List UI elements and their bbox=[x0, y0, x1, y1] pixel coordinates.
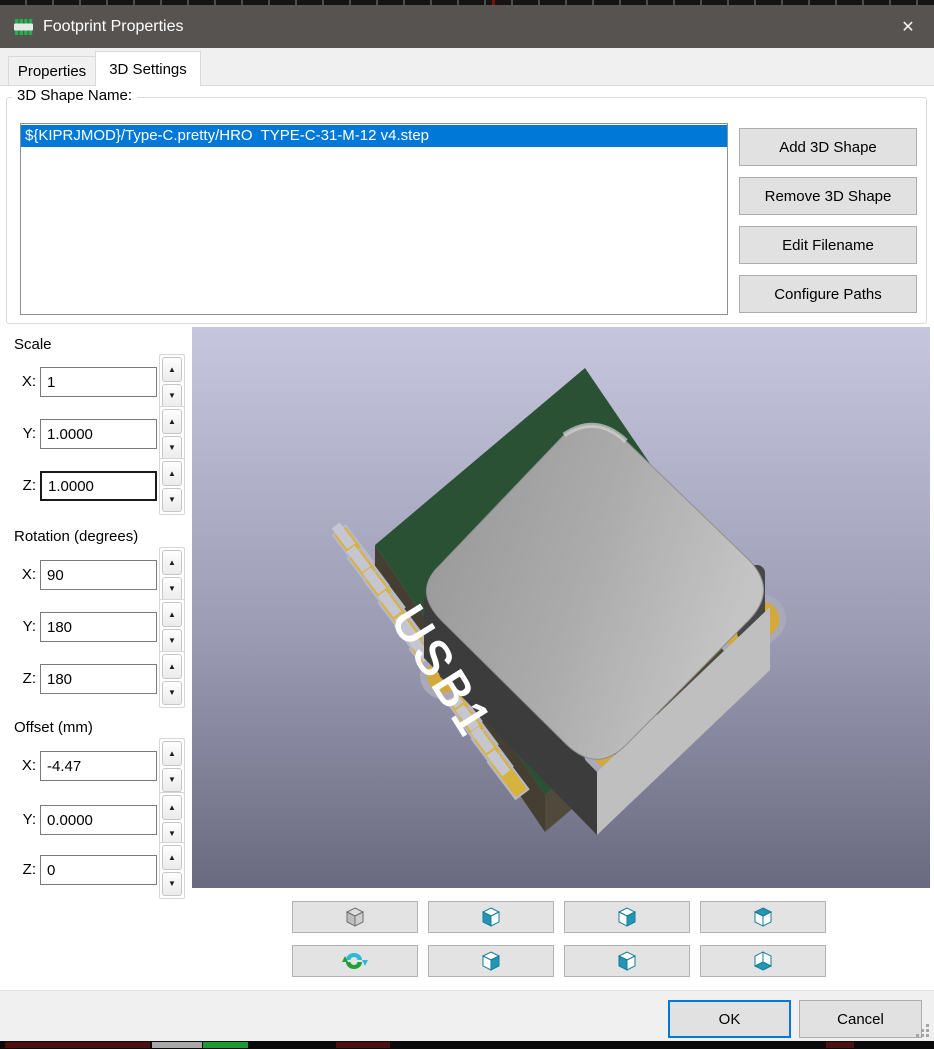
scale-y-spin-down[interactable]: ▼ bbox=[162, 436, 182, 461]
dialog-titlebar: Footprint Properties ✕ bbox=[0, 5, 934, 48]
axis-z-label: Z: bbox=[12, 477, 36, 494]
view-left-button[interactable] bbox=[428, 901, 554, 933]
rotation-x-input[interactable] bbox=[40, 560, 157, 590]
axis-y-label: Y: bbox=[12, 811, 36, 828]
offset-y-input[interactable] bbox=[40, 805, 157, 835]
dialog-footer bbox=[0, 990, 934, 1041]
rotation-y-input[interactable] bbox=[40, 612, 157, 642]
scale-x-spinner: ▲ ▼ bbox=[159, 354, 185, 411]
rotation-x-spin-up[interactable]: ▲ bbox=[162, 550, 182, 575]
background-ruler-bottom bbox=[0, 1041, 934, 1049]
view-right-button[interactable] bbox=[428, 945, 554, 977]
scale-z-spin-up[interactable]: ▲ bbox=[162, 461, 182, 486]
rotation-z-spin-up[interactable]: ▲ bbox=[162, 654, 182, 679]
ruler-segment bbox=[203, 1042, 248, 1048]
view-refresh-button[interactable] bbox=[292, 945, 418, 977]
remove-3d-shape-button[interactable]: Remove 3D Shape bbox=[739, 177, 917, 215]
offset-y-spin-up[interactable]: ▲ bbox=[162, 795, 182, 820]
scale-x-spin-down[interactable]: ▼ bbox=[162, 384, 182, 409]
axis-y-label: Y: bbox=[12, 618, 36, 635]
scale-section-label: Scale bbox=[14, 336, 52, 353]
axis-x-label: X: bbox=[12, 757, 36, 774]
cube-left-face-icon bbox=[478, 905, 504, 929]
scale-z-spin-down[interactable]: ▼ bbox=[162, 488, 182, 513]
cube-top-face-icon bbox=[750, 905, 776, 929]
scale-y-input[interactable] bbox=[40, 419, 157, 449]
view-front-button[interactable] bbox=[564, 901, 690, 933]
rotation-x-spinner: ▲ ▼ bbox=[159, 547, 185, 604]
rotation-y-spin-up[interactable]: ▲ bbox=[162, 602, 182, 627]
refresh-icon bbox=[342, 949, 368, 973]
view-top-button[interactable] bbox=[700, 901, 826, 933]
ok-button[interactable]: OK bbox=[668, 1000, 791, 1038]
cube-bottom-face-icon bbox=[750, 949, 776, 973]
offset-y-spinner: ▲ ▼ bbox=[159, 792, 185, 849]
view-bottom-button[interactable] bbox=[700, 945, 826, 977]
offset-section-label: Offset (mm) bbox=[14, 719, 93, 736]
tab-properties[interactable]: Properties bbox=[8, 56, 96, 85]
offset-z-spinner: ▲ ▼ bbox=[159, 842, 185, 899]
axis-z-label: Z: bbox=[12, 670, 36, 687]
offset-z-input[interactable] bbox=[40, 855, 157, 885]
offset-z-spin-up[interactable]: ▲ bbox=[162, 845, 182, 870]
ruler-segment bbox=[5, 1042, 150, 1048]
rotation-y-spinner: ▲ ▼ bbox=[159, 599, 185, 656]
rotation-y-spin-down[interactable]: ▼ bbox=[162, 629, 182, 654]
transform-panel: Scale X: ▲ ▼ Y: ▲ ▼ Z: ▲ ▼ Rotation (deg… bbox=[0, 330, 190, 890]
3d-viewer-canvas[interactable]: USB1 bbox=[192, 327, 930, 888]
dialog-title: Footprint Properties bbox=[43, 18, 184, 36]
shape-name-label: 3D Shape Name: bbox=[12, 87, 137, 104]
gray-cube-icon bbox=[342, 905, 368, 929]
cube-back-face-icon bbox=[614, 949, 640, 973]
scale-x-input[interactable] bbox=[40, 367, 157, 397]
offset-x-spin-up[interactable]: ▲ bbox=[162, 741, 182, 766]
add-3d-shape-button[interactable]: Add 3D Shape bbox=[739, 128, 917, 166]
shape-list[interactable]: ${KIPRJMOD}/Type-C.pretty/HRO TYPE-C-31-… bbox=[20, 123, 728, 315]
offset-z-spin-down[interactable]: ▼ bbox=[162, 872, 182, 897]
axis-z-label: Z: bbox=[12, 861, 36, 878]
offset-x-spinner: ▲ ▼ bbox=[159, 738, 185, 795]
scale-y-spinner: ▲ ▼ bbox=[159, 406, 185, 463]
view-iso-button[interactable] bbox=[292, 901, 418, 933]
close-button[interactable]: ✕ bbox=[882, 5, 934, 48]
rotation-z-row: Z: ▲ ▼ bbox=[0, 664, 190, 722]
view-back-button[interactable] bbox=[564, 945, 690, 977]
offset-x-input[interactable] bbox=[40, 751, 157, 781]
tab-bar: Properties 3D Settings bbox=[0, 48, 934, 85]
rotation-section-label: Rotation (degrees) bbox=[14, 528, 138, 545]
axis-x-label: X: bbox=[12, 373, 36, 390]
shape-list-item[interactable]: ${KIPRJMOD}/Type-C.pretty/HRO TYPE-C-31-… bbox=[21, 125, 727, 147]
rotation-z-input[interactable] bbox=[40, 664, 157, 694]
scale-z-row: Z: ▲ ▼ bbox=[0, 471, 190, 529]
ruler-segment bbox=[826, 1042, 854, 1048]
cancel-button[interactable]: Cancel bbox=[799, 1000, 922, 1038]
rotation-z-spinner: ▲ ▼ bbox=[159, 651, 185, 708]
rotation-z-spin-down[interactable]: ▼ bbox=[162, 681, 182, 706]
scale-x-spin-up[interactable]: ▲ bbox=[162, 357, 182, 382]
scale-z-spinner: ▲ ▼ bbox=[159, 458, 185, 515]
edit-filename-button[interactable]: Edit Filename bbox=[739, 226, 917, 264]
resize-grip[interactable] bbox=[916, 1024, 930, 1038]
offset-x-spin-down[interactable]: ▼ bbox=[162, 768, 182, 793]
3d-model-render: USB1 bbox=[192, 327, 930, 888]
cube-right-face-icon bbox=[478, 949, 504, 973]
configure-paths-button[interactable]: Configure Paths bbox=[739, 275, 917, 313]
axis-x-label: X: bbox=[12, 566, 36, 583]
rotation-x-spin-down[interactable]: ▼ bbox=[162, 577, 182, 602]
footprint-icon bbox=[12, 18, 34, 36]
scale-y-spin-up[interactable]: ▲ bbox=[162, 409, 182, 434]
axis-y-label: Y: bbox=[12, 425, 36, 442]
scale-z-input[interactable] bbox=[40, 471, 157, 501]
cube-front-face-icon bbox=[614, 905, 640, 929]
offset-z-row: Z: ▲ ▼ bbox=[0, 855, 190, 913]
ruler-segment bbox=[336, 1042, 390, 1048]
tab-3d-settings[interactable]: 3D Settings bbox=[95, 51, 201, 86]
ruler-segment bbox=[152, 1042, 202, 1048]
